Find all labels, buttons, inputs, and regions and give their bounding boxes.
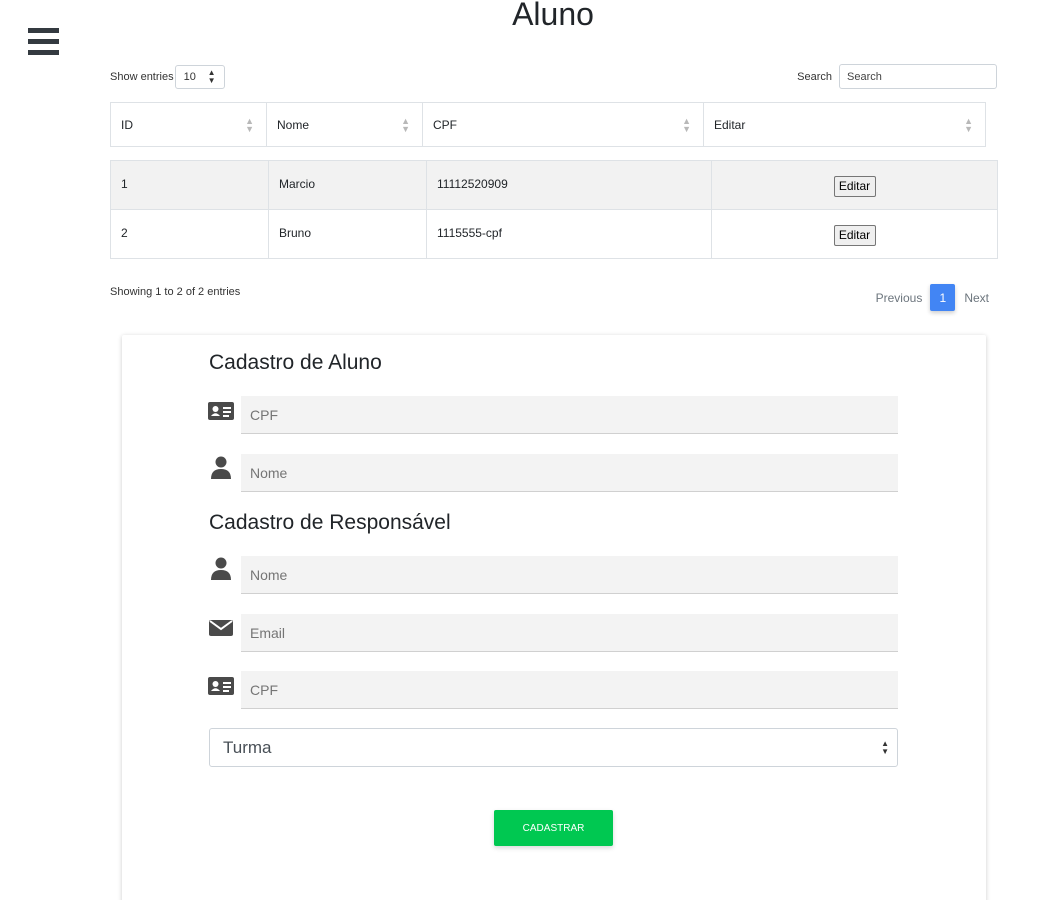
page-title: Aluno [512, 0, 594, 32]
entries-select[interactable]: 10 ▲ ▼ [174, 65, 225, 89]
show-entries-label: Show entries [110, 71, 174, 83]
turma-value: Turma [223, 737, 272, 757]
sort-icon: ▲ ▼ [964, 115, 973, 134]
user-icon [208, 557, 234, 581]
aluno-nome-input[interactable] [241, 454, 898, 492]
show-entries-control: Show entries 10 ▲ ▼ [110, 65, 225, 89]
pagination: Previous 1 Next [876, 284, 989, 311]
cell-id: 1 [111, 161, 269, 209]
id-card-icon [208, 399, 234, 423]
sort-icon: ▲ ▼ [245, 115, 254, 134]
aluno-cpf-input[interactable] [241, 396, 898, 434]
table-row: 2 Bruno 1115555-cpf Editar [111, 210, 997, 259]
entries-value: 10 [183, 71, 196, 83]
id-card-icon [208, 674, 234, 698]
table-body: 1 Marcio 11112520909 Editar 2 Bruno 1115… [110, 160, 998, 259]
search-label: Search [797, 70, 832, 83]
cell-nome: Bruno [269, 210, 427, 258]
cell-id: 2 [111, 210, 269, 258]
select-arrows-icon: ▲ ▼ [207, 68, 216, 85]
next-page-button[interactable]: Next [964, 291, 989, 305]
cadastrar-button[interactable]: CADASTRAR [494, 810, 613, 846]
turma-select[interactable]: Turma ▲ ▼ [209, 728, 898, 767]
cell-cpf: 11112520909 [427, 161, 712, 209]
column-header-editar[interactable]: Editar ▲ ▼ [704, 103, 985, 146]
column-header-cpf[interactable]: CPF ▲ ▼ [423, 103, 704, 146]
table-search: Search [797, 64, 997, 89]
select-arrows-icon: ▲ ▼ [881, 738, 889, 756]
table-header: ID ▲ ▼ Nome ▲ ▼ CPF ▲ ▼ Editar ▲ ▼ [110, 102, 986, 147]
edit-button[interactable]: Editar [833, 224, 876, 246]
aluno-section-title: Cadastro de Aluno [209, 351, 382, 374]
envelope-icon [208, 616, 234, 640]
column-header-nome[interactable]: Nome ▲ ▼ [267, 103, 423, 146]
sort-icon: ▲ ▼ [682, 115, 691, 134]
cell-cpf: 1115555-cpf [427, 210, 712, 258]
cell-nome: Marcio [269, 161, 427, 209]
cell-action: Editar [712, 161, 997, 209]
responsavel-nome-input[interactable] [241, 556, 898, 594]
table-info: Showing 1 to 2 of 2 entries [110, 286, 241, 298]
previous-page-button[interactable]: Previous [876, 291, 923, 305]
responsavel-email-input[interactable] [241, 614, 898, 652]
cell-action: Editar [712, 210, 997, 258]
page-1-button[interactable]: 1 [930, 284, 956, 311]
edit-button[interactable]: Editar [833, 175, 876, 197]
column-header-id[interactable]: ID ▲ ▼ [111, 103, 267, 146]
user-icon [208, 456, 234, 480]
sort-icon: ▲ ▼ [401, 115, 410, 134]
responsavel-section-title: Cadastro de Responsável [209, 511, 451, 534]
table-row: 1 Marcio 11112520909 Editar [111, 161, 997, 210]
responsavel-cpf-input[interactable] [241, 671, 898, 709]
search-input[interactable] [839, 64, 997, 89]
registration-card: Cadastro de Aluno Cadastro de Responsáve… [122, 335, 986, 900]
